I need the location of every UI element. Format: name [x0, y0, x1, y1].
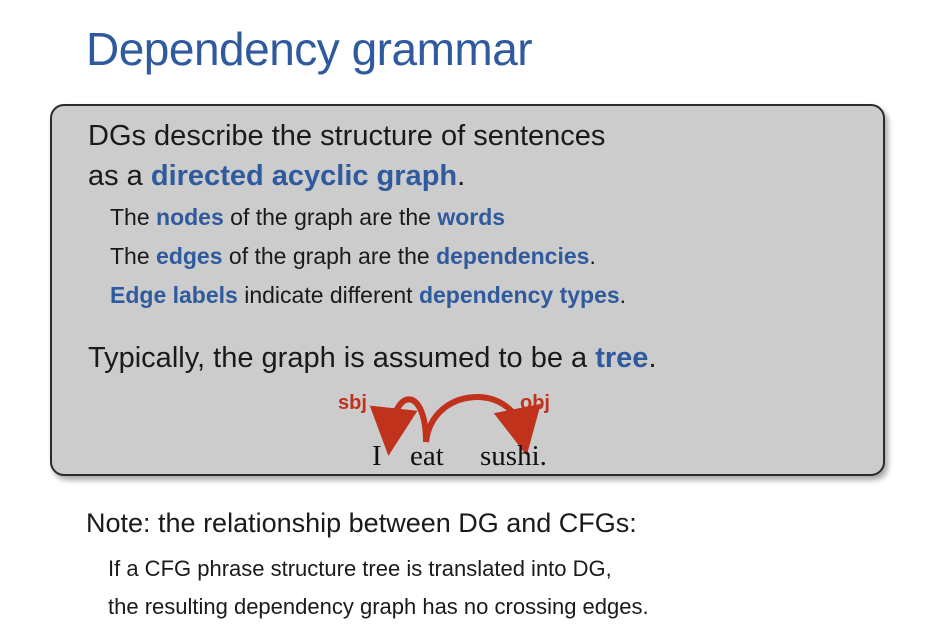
label-sbj: sbj — [338, 392, 367, 414]
dependency-arcs — [369, 394, 541, 456]
label-obj: obj — [520, 392, 550, 414]
word-i: I — [372, 440, 382, 472]
definition-box: DGs describe the structure of sentences … — [50, 104, 885, 476]
obj-arc — [423, 394, 541, 456]
word-eat: eat — [410, 440, 444, 472]
word-sushi: sushi. — [480, 440, 547, 472]
note-line-1: If a CFG phrase structure tree is transl… — [108, 556, 612, 581]
sbj-arc — [369, 396, 429, 456]
note-heading: Note: the relationship between DG and CF… — [86, 508, 637, 538]
slide-title: Dependency grammar — [86, 23, 533, 75]
note-line-2: the resulting dependency graph has no cr… — [108, 594, 649, 619]
